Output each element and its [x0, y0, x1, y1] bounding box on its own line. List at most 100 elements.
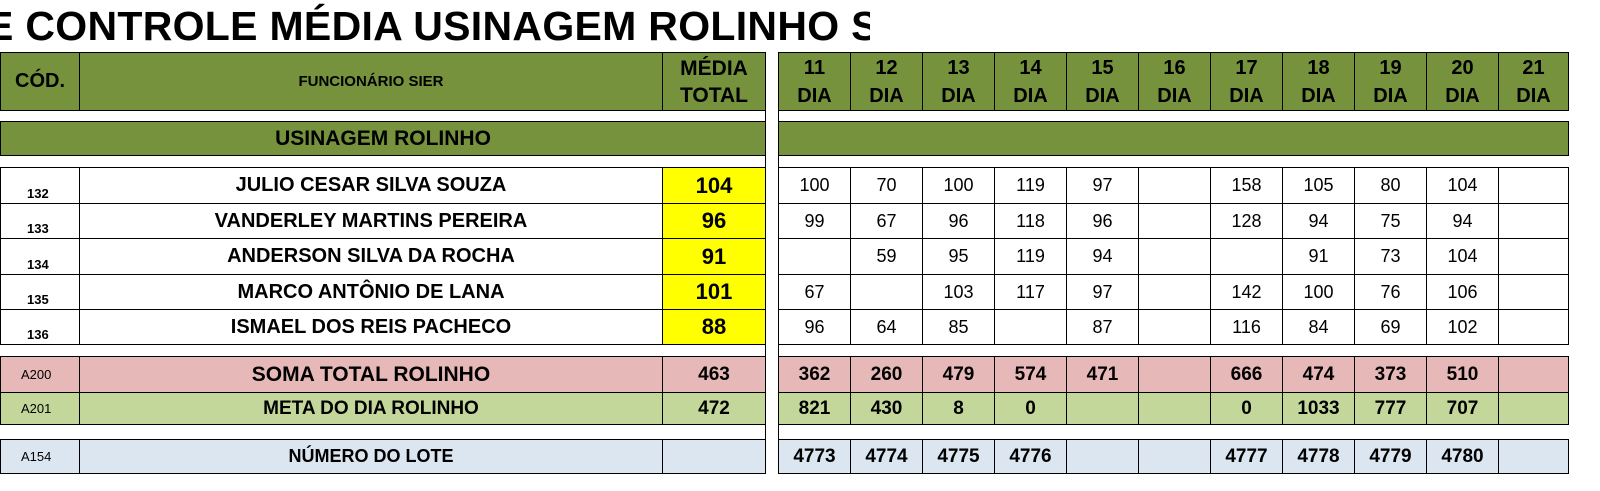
daily-value-cell[interactable]: 100 — [1282, 274, 1355, 310]
employee-name[interactable]: ANDERSON SILVA DA ROCHA — [79, 238, 663, 275]
employee-average[interactable]: 91 — [662, 238, 766, 275]
lote-value-cell[interactable]: 4773 — [778, 439, 851, 474]
daily-value-cell[interactable]: 103 — [922, 274, 995, 310]
lote-value-cell[interactable]: 4780 — [1426, 439, 1499, 474]
meta-value-cell[interactable] — [1498, 392, 1569, 425]
header-day-19[interactable]: 19 DIA — [1354, 52, 1427, 111]
employee-average[interactable]: 101 — [662, 274, 766, 310]
employee-code[interactable]: 133 — [0, 203, 80, 239]
meta-value-cell[interactable]: 8 — [922, 392, 995, 425]
daily-value-cell[interactable]: 75 — [1354, 203, 1427, 239]
meta-value-cell[interactable]: 821 — [778, 392, 851, 425]
meta-value-cell[interactable] — [1066, 392, 1139, 425]
daily-value-cell[interactable] — [1138, 167, 1211, 204]
daily-value-cell[interactable]: 102 — [1426, 309, 1499, 345]
header-day-15[interactable]: 15 DIA — [1066, 52, 1139, 111]
daily-value-cell[interactable]: 96 — [778, 309, 851, 345]
header-day-21[interactable]: 21 DIA — [1498, 52, 1569, 111]
daily-value-cell[interactable]: 118 — [994, 203, 1067, 239]
lote-value-cell[interactable]: 4776 — [994, 439, 1067, 474]
daily-value-cell[interactable] — [850, 274, 923, 310]
employee-name[interactable]: ISMAEL DOS REIS PACHECO — [79, 309, 663, 345]
soma-value-cell[interactable]: 362 — [778, 356, 851, 393]
daily-value-cell[interactable]: 128 — [1210, 203, 1283, 239]
soma-value-cell[interactable]: 510 — [1426, 356, 1499, 393]
lote-value-cell[interactable]: 4774 — [850, 439, 923, 474]
daily-value-cell[interactable] — [1210, 238, 1283, 275]
soma-value-cell[interactable]: 666 — [1210, 356, 1283, 393]
daily-value-cell[interactable]: 158 — [1210, 167, 1283, 204]
daily-value-cell[interactable]: 91 — [1282, 238, 1355, 275]
soma-value-cell[interactable] — [1138, 356, 1211, 393]
daily-value-cell[interactable]: 95 — [922, 238, 995, 275]
daily-value-cell[interactable] — [994, 309, 1067, 345]
daily-value-cell[interactable]: 119 — [994, 167, 1067, 204]
soma-value-cell[interactable]: 474 — [1282, 356, 1355, 393]
daily-value-cell[interactable] — [1498, 274, 1569, 310]
daily-value-cell[interactable]: 87 — [1066, 309, 1139, 345]
daily-value-cell[interactable]: 119 — [994, 238, 1067, 275]
daily-value-cell[interactable]: 116 — [1210, 309, 1283, 345]
daily-value-cell[interactable]: 69 — [1354, 309, 1427, 345]
soma-value-cell[interactable]: 373 — [1354, 356, 1427, 393]
daily-value-cell[interactable] — [1138, 238, 1211, 275]
daily-value-cell[interactable]: 117 — [994, 274, 1067, 310]
daily-value-cell[interactable]: 100 — [922, 167, 995, 204]
daily-value-cell[interactable]: 67 — [850, 203, 923, 239]
lote-value-cell[interactable]: 4775 — [922, 439, 995, 474]
header-day-17[interactable]: 17 DIA — [1210, 52, 1283, 111]
lote-value-cell[interactable] — [1498, 439, 1569, 474]
header-day-18[interactable]: 18 DIA — [1282, 52, 1355, 111]
employee-code[interactable]: 134 — [0, 238, 80, 275]
soma-code[interactable]: A200 — [0, 356, 80, 393]
daily-value-cell[interactable]: 142 — [1210, 274, 1283, 310]
employee-average[interactable]: 104 — [662, 167, 766, 204]
employee-name[interactable]: VANDERLEY MARTINS PEREIRA — [79, 203, 663, 239]
section-label[interactable]: USINAGEM ROLINHO — [0, 121, 766, 156]
meta-value-cell[interactable]: 0 — [1210, 392, 1283, 425]
employee-code[interactable]: 132 — [0, 167, 80, 204]
soma-label[interactable]: SOMA TOTAL ROLINHO — [79, 356, 663, 393]
daily-value-cell[interactable]: 80 — [1354, 167, 1427, 204]
header-day-11[interactable]: 11 DIA — [778, 52, 851, 111]
soma-value-cell[interactable]: 479 — [922, 356, 995, 393]
lote-total[interactable] — [662, 439, 766, 474]
lote-value-cell[interactable]: 4778 — [1282, 439, 1355, 474]
daily-value-cell[interactable]: 84 — [1282, 309, 1355, 345]
meta-value-cell[interactable]: 777 — [1354, 392, 1427, 425]
daily-value-cell[interactable]: 96 — [1066, 203, 1139, 239]
daily-value-cell[interactable]: 104 — [1426, 167, 1499, 204]
daily-value-cell[interactable] — [778, 238, 851, 275]
meta-label[interactable]: META DO DIA ROLINHO — [79, 392, 663, 425]
employee-name[interactable]: JULIO CESAR SILVA SOUZA — [79, 167, 663, 204]
daily-value-cell[interactable] — [1498, 238, 1569, 275]
daily-value-cell[interactable]: 106 — [1426, 274, 1499, 310]
daily-value-cell[interactable]: 85 — [922, 309, 995, 345]
daily-value-cell[interactable] — [1498, 167, 1569, 204]
daily-value-cell[interactable] — [1138, 203, 1211, 239]
daily-value-cell[interactable]: 73 — [1354, 238, 1427, 275]
daily-value-cell[interactable]: 100 — [778, 167, 851, 204]
header-media-total[interactable]: MÉDIA TOTAL — [662, 52, 766, 111]
lote-value-cell[interactable]: 4779 — [1354, 439, 1427, 474]
employee-average[interactable]: 96 — [662, 203, 766, 239]
header-day-13[interactable]: 13 DIA — [922, 52, 995, 111]
lote-value-cell[interactable]: 4777 — [1210, 439, 1283, 474]
daily-value-cell[interactable]: 94 — [1066, 238, 1139, 275]
daily-value-cell[interactable]: 94 — [1282, 203, 1355, 239]
daily-value-cell[interactable] — [1498, 203, 1569, 239]
daily-value-cell[interactable] — [1498, 309, 1569, 345]
meta-total[interactable]: 472 — [662, 392, 766, 425]
soma-total[interactable]: 463 — [662, 356, 766, 393]
daily-value-cell[interactable]: 97 — [1066, 167, 1139, 204]
lote-label[interactable]: NÚMERO DO LOTE — [79, 439, 663, 474]
daily-value-cell[interactable]: 59 — [850, 238, 923, 275]
daily-value-cell[interactable]: 94 — [1426, 203, 1499, 239]
daily-value-cell[interactable]: 104 — [1426, 238, 1499, 275]
employee-name[interactable]: MARCO ANTÔNIO DE LANA — [79, 274, 663, 310]
soma-value-cell[interactable]: 471 — [1066, 356, 1139, 393]
daily-value-cell[interactable]: 64 — [850, 309, 923, 345]
daily-value-cell[interactable]: 96 — [922, 203, 995, 239]
soma-value-cell[interactable]: 260 — [850, 356, 923, 393]
soma-value-cell[interactable] — [1498, 356, 1569, 393]
